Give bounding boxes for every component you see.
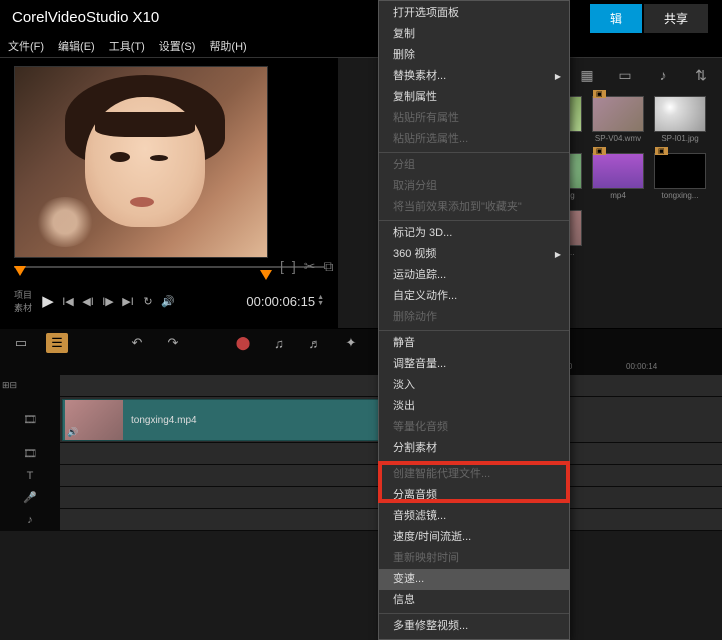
volume-button[interactable]: 🔊 <box>158 292 178 310</box>
cm-smart-proxy: 创建智能代理文件... <box>379 464 569 485</box>
record-button[interactable]: ⬤ <box>232 333 254 353</box>
photo-icon[interactable]: ▭ <box>616 66 634 84</box>
film-icon: 🎞 <box>23 413 37 426</box>
cm-custom-motion[interactable]: 自定义动作... <box>379 286 569 307</box>
cm-variable-speed[interactable]: 变速... <box>379 569 569 590</box>
cm-paste-sel-attrs: 粘贴所选属性... <box>379 129 569 150</box>
context-menu: 打开选项面板 复制 删除 替换素材... 复制属性 粘贴所有属性 粘贴所选属性.… <box>378 0 570 640</box>
cm-open-options[interactable]: 打开选项面板 <box>379 3 569 24</box>
tab-share[interactable]: 共享 <box>644 4 708 33</box>
track-head[interactable]: ⊞⊟ <box>0 375 60 396</box>
scrub-bar[interactable] <box>14 266 324 282</box>
library-thumb[interactable]: SP-I01.jpg <box>654 96 706 143</box>
cm-adjust-volume[interactable]: 调整音量... <box>379 354 569 375</box>
timeline-toolbar: ▭ ☰ ↶ ↷ ⬤ ♫ ♬ ✦ ⊟ ▦ ⊕ <box>0 329 722 357</box>
track-head-video[interactable]: 🎞 <box>0 397 60 442</box>
cm-mark-3d[interactable]: 标记为 3D... <box>379 223 569 244</box>
mark-in-icon[interactable]: [ <box>280 258 284 275</box>
cm-info[interactable]: 信息 <box>379 590 569 611</box>
mic-icon: 🎤 <box>23 491 37 504</box>
menu-file[interactable]: 文件(F) <box>8 38 44 54</box>
track-row: ⊞⊟ <box>0 375 722 397</box>
menubar: 文件(F) 编辑(E) 工具(T) 设置(S) 帮助(H) <box>0 34 722 58</box>
cm-fade-out[interactable]: 淡出 <box>379 396 569 417</box>
timeline-ruler[interactable]: 00:00:12:10 00:00:14 <box>0 357 722 375</box>
preview-video[interactable] <box>14 66 268 258</box>
repeat-button[interactable]: ↻ <box>138 292 158 310</box>
snapshot-icon[interactable]: ⧉ <box>324 258 334 275</box>
auto-music-button[interactable]: ♬ <box>304 333 326 353</box>
cm-freeze-frame: 重新映射时间 <box>379 548 569 569</box>
cm-delete-motion: 删除动作 <box>379 307 569 328</box>
cm-add-fav: 将当前效果添加到"收藏夹" <box>379 197 569 218</box>
cm-delete[interactable]: 删除 <box>379 45 569 66</box>
menu-help[interactable]: 帮助(H) <box>209 38 246 54</box>
film-icon: 🎞 <box>23 447 37 460</box>
storyboard-view-button[interactable]: ▭ <box>10 333 32 353</box>
voice-track: 🎤 <box>0 487 722 509</box>
cm-paste-all-attrs: 粘贴所有属性 <box>379 108 569 129</box>
prev-frame-button[interactable]: ◀I <box>78 292 98 310</box>
music-icon[interactable]: ♪ <box>654 66 672 84</box>
mark-out-icon[interactable]: ] <box>292 258 296 275</box>
video-track: 🎞 🔊 tongxing4.mp4 <box>0 397 722 443</box>
mode-clip-label[interactable]: 素材 <box>14 301 32 314</box>
mixer-button[interactable]: ♫ <box>268 333 290 353</box>
workspace-tabs: 辑 共享 <box>590 4 708 33</box>
cm-normalize-audio: 等量化音频 <box>379 417 569 438</box>
track-head-voice[interactable]: 🎤 <box>0 487 60 508</box>
menu-settings[interactable]: 设置(S) <box>159 38 196 54</box>
cm-mute[interactable]: 静音 <box>379 333 569 354</box>
menu-tools[interactable]: 工具(T) <box>109 38 145 54</box>
filmstrip-icon[interactable]: ▦ <box>578 66 596 84</box>
track-head-overlay[interactable]: 🎞 <box>0 443 60 464</box>
cm-copy-attrs[interactable]: 复制属性 <box>379 87 569 108</box>
redo-button[interactable]: ↷ <box>162 333 184 353</box>
title-icon: T <box>27 470 34 482</box>
go-end-button[interactable]: ▶I <box>118 292 138 310</box>
split-icon[interactable]: ✂ <box>304 258 316 275</box>
cm-fade-in[interactable]: 淡入 <box>379 375 569 396</box>
cm-split-clip[interactable]: 分割素材 <box>379 438 569 459</box>
clip-label: tongxing4.mp4 <box>131 415 197 426</box>
track-head-music[interactable]: ♪ <box>0 509 60 530</box>
timeline-area: ▭ ☰ ↶ ↷ ⬤ ♫ ♬ ✦ ⊟ ▦ ⊕ 00:00:12:10 00:00:… <box>0 328 722 531</box>
menu-edit[interactable]: 编辑(E) <box>58 38 95 54</box>
cm-multicam[interactable]: 多重修整视频... <box>379 616 569 637</box>
cm-ungroup: 取消分组 <box>379 176 569 197</box>
timeline-view-button[interactable]: ☰ <box>46 333 68 353</box>
undo-button[interactable]: ↶ <box>126 333 148 353</box>
cm-speed-timelapse[interactable]: 速度/时间流逝... <box>379 527 569 548</box>
preview-pane: 项目 素材 ▶ I◀ ◀I I▶ ▶I ↻ 🔊 00:00:06:15 ▲▼ <box>0 58 338 328</box>
tab-edit[interactable]: 辑 <box>590 4 642 33</box>
cm-detach-audio[interactable]: 分离音频 <box>379 485 569 506</box>
app-brand: CorelVideoStudioX10 <box>12 9 159 26</box>
play-button[interactable]: ▶ <box>38 292 58 310</box>
cm-copy[interactable]: 复制 <box>379 24 569 45</box>
cm-360-video[interactable]: 360 视频 <box>379 244 569 265</box>
overlay-track: 🎞 <box>0 443 722 465</box>
motion-button[interactable]: ✦ <box>340 333 362 353</box>
cm-group: 分组 <box>379 155 569 176</box>
timecode-display[interactable]: 00:00:06:15 ▲▼ <box>246 294 324 309</box>
trim-out-handle[interactable] <box>260 270 272 280</box>
go-start-button[interactable]: I◀ <box>58 292 78 310</box>
title-track: T <box>0 465 722 487</box>
trim-in-handle[interactable] <box>14 266 26 276</box>
track-head-title[interactable]: T <box>0 465 60 486</box>
music-track: ♪ <box>0 509 722 531</box>
sort-icon[interactable]: ⇅ <box>692 66 710 84</box>
cm-motion-track[interactable]: 运动追踪... <box>379 265 569 286</box>
next-frame-button[interactable]: I▶ <box>98 292 118 310</box>
library-thumb[interactable]: ▣mp4 <box>592 153 644 200</box>
audio-icon: 🔊 <box>67 427 78 438</box>
trim-tools: [ ] ✂ ⧉ <box>280 258 334 275</box>
cm-replace-clip[interactable]: 替换素材... <box>379 66 569 87</box>
library-thumb[interactable]: ▣SP-V04.wmv <box>592 96 644 143</box>
transport-controls: 项目 素材 ▶ I◀ ◀I I▶ ▶I ↻ 🔊 00:00:06:15 ▲▼ <box>14 288 324 314</box>
mode-project-label[interactable]: 项目 <box>14 288 32 301</box>
library-thumb[interactable]: ▣tongxing... <box>654 153 706 200</box>
